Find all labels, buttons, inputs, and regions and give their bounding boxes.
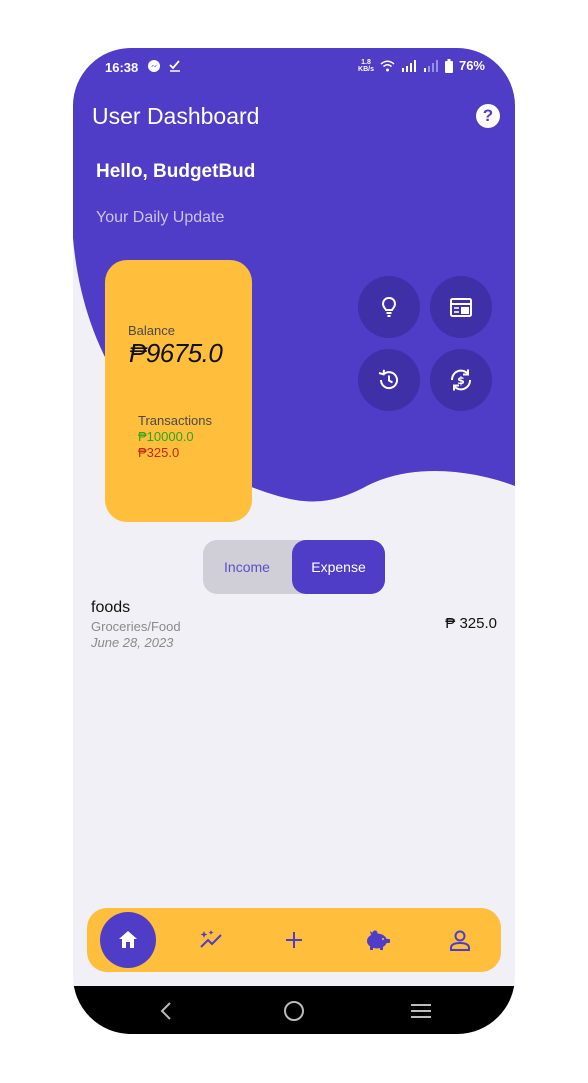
network-speed: 1.8 KB/s — [358, 58, 374, 73]
currency-exchange-icon: $ — [450, 369, 472, 391]
home-system-button[interactable] — [279, 996, 309, 1026]
calendar-icon — [450, 298, 472, 317]
messenger-icon — [148, 60, 160, 72]
recents-button[interactable] — [406, 996, 436, 1026]
expense-total: ₱325.0 — [138, 445, 180, 460]
battery-percent: 76% — [458, 58, 485, 73]
bottom-nav — [87, 908, 501, 972]
phone-screen: 16:38 1.8 KB/s 76% User Dashboard ? Hell… — [73, 48, 515, 1034]
daily-update-subtitle: Your Daily Update — [96, 209, 225, 226]
menu-lines-icon — [411, 1004, 431, 1018]
signal-weak-icon — [423, 59, 438, 72]
nav-insights[interactable] — [185, 913, 239, 967]
wifi-icon — [380, 60, 395, 71]
transaction-amount: ₱ 325.0 — [445, 615, 497, 632]
income-expense-toggle: Income Expense — [203, 540, 385, 594]
greeting-text: Hello, BudgetBud — [96, 161, 256, 182]
income-tab[interactable]: Income — [203, 540, 291, 594]
nav-add[interactable] — [267, 913, 321, 967]
status-time: 16:38 — [105, 60, 139, 75]
transaction-row[interactable]: foods Groceries/Food June 28, 2023 ₱ 325… — [91, 599, 497, 655]
history-icon — [378, 369, 398, 390]
transaction-category: Groceries/Food — [91, 619, 181, 634]
back-button[interactable] — [151, 996, 181, 1026]
history-button[interactable] — [358, 349, 420, 411]
transaction-date: June 28, 2023 — [91, 635, 174, 650]
home-icon — [119, 931, 137, 948]
battery-icon — [444, 58, 453, 73]
transaction-title: foods — [91, 599, 131, 616]
balance-label: Balance — [128, 323, 175, 338]
task-check-icon — [169, 60, 180, 72]
page-title: User Dashboard — [92, 103, 260, 129]
nav-profile[interactable] — [433, 913, 487, 967]
sparkle-chart-icon — [200, 930, 222, 948]
signal-icon — [401, 59, 416, 72]
nav-savings[interactable] — [351, 913, 405, 967]
tips-button[interactable] — [358, 276, 420, 338]
calendar-button[interactable] — [430, 276, 492, 338]
circle-home-icon — [284, 1001, 304, 1021]
svg-text:$: $ — [457, 374, 465, 387]
system-navigation-bar — [73, 986, 515, 1034]
transactions-label: Transactions — [138, 413, 212, 428]
lightbulb-icon — [381, 296, 397, 317]
nav-home[interactable] — [100, 912, 156, 968]
expense-tab[interactable]: Expense — [292, 540, 385, 594]
piggy-bank-icon — [367, 930, 390, 950]
balance-card: Balance ₱9675.0 Transactions ₱10000.0 ₱3… — [105, 260, 252, 522]
back-icon — [160, 1002, 171, 1020]
user-icon — [450, 930, 470, 951]
plus-icon — [286, 932, 302, 948]
help-button[interactable]: ? — [476, 104, 500, 128]
balance-value: ₱9675.0 — [129, 338, 223, 368]
currency-exchange-button[interactable]: $ — [430, 349, 492, 411]
income-total: ₱10000.0 — [138, 429, 194, 444]
status-bar: 16:38 1.8 KB/s 76% — [73, 48, 515, 88]
